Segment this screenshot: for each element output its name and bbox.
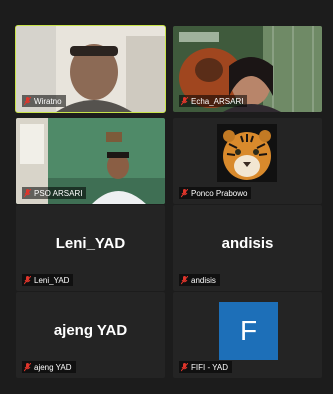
avatar: F [219, 302, 278, 360]
mic-muted-icon [181, 275, 188, 284]
participant-name: Echa_ARSARI [191, 96, 244, 106]
mic-muted-icon [24, 188, 31, 197]
participant-label: FIFI - YAD [179, 361, 233, 373]
participant-name: PSO ARSARI [34, 188, 83, 198]
video-tile-fifi-yad[interactable]: F FIFI - YAD [173, 292, 322, 378]
mic-muted-icon [181, 188, 188, 197]
mic-muted-icon [181, 362, 188, 371]
video-tile-pso-arsari[interactable]: PSO ARSARI [16, 118, 165, 204]
video-tile-leni-yad[interactable]: Leni_YAD Leni_YAD [16, 205, 165, 291]
participant-name: Wiratno [34, 96, 62, 106]
video-tile-andisis[interactable]: andisis andisis [173, 205, 322, 291]
participant-name: andisis [191, 275, 216, 285]
participant-label: Leni_YAD [22, 274, 74, 286]
participant-name: Leni_YAD [34, 275, 70, 285]
participant-label: andisis [179, 274, 220, 286]
video-tile-wiratno[interactable]: Wiratno [15, 25, 166, 113]
participant-label: Echa_ARSARI [179, 95, 248, 107]
participant-display-name: Leni_YAD [55, 235, 126, 252]
mic-muted-icon [24, 275, 31, 284]
participant-label: Wiratno [22, 95, 66, 107]
participant-name: ajeng YAD [34, 362, 72, 372]
mic-muted-icon [24, 362, 31, 371]
participant-display-name: ajeng YAD [53, 322, 128, 339]
mic-muted-icon [181, 96, 188, 105]
participant-display-name: andisis [221, 235, 274, 252]
video-tile-ajeng-yad[interactable]: ajeng YAD ajeng YAD [16, 292, 165, 378]
participant-label: Ponco Prabowo [179, 187, 252, 199]
video-tile-echa-arsari[interactable]: Echa_ARSARI [173, 26, 322, 112]
participant-label: PSO ARSARI [22, 187, 87, 199]
participant-name: Ponco Prabowo [191, 188, 248, 198]
mic-muted-icon [24, 96, 31, 105]
video-tile-ponco-prabowo[interactable]: Ponco Prabowo [173, 118, 322, 204]
participant-name: FIFI - YAD [191, 362, 229, 372]
tiger-avatar-icon [217, 124, 277, 182]
participant-label: ajeng YAD [22, 361, 76, 373]
